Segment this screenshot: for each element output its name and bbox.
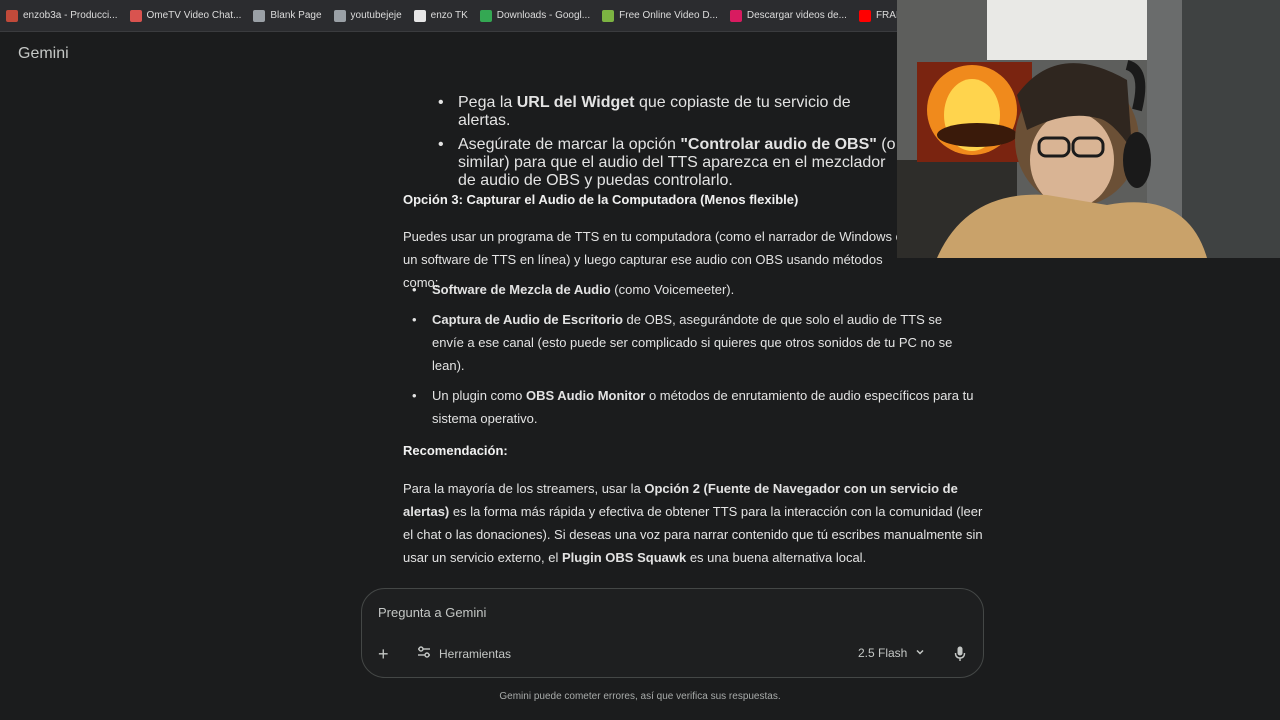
bookmark-favicon-icon (479, 9, 492, 22)
list-item: Software de Mezcla de Audio (como Voicem… (412, 278, 977, 301)
bookmark-label: Descargar videos de... (746, 10, 847, 21)
tools-icon (417, 645, 431, 662)
recommendation-heading: Recomendación: (403, 443, 508, 458)
bookmark-label: youtubejeje (350, 10, 402, 21)
bookmark-label: enzo TK (430, 10, 468, 21)
bookmark-favicon-icon (729, 9, 742, 22)
list-item: Pega la URL del Widget que copiaste de t… (438, 94, 898, 130)
webcam-overlay (897, 0, 1280, 258)
bookmark-item[interactable]: Descargar videos de... (724, 0, 853, 31)
brand-title[interactable]: Gemini (18, 45, 69, 63)
add-icon[interactable]: + (378, 645, 389, 663)
option3-heading: Opción 3: Capturar el Audio de la Comput… (403, 192, 799, 207)
bookmark-favicon-icon (413, 9, 426, 22)
tools-button[interactable]: Herramientas (417, 645, 511, 662)
model-selector[interactable]: 2.5 Flash (858, 646, 925, 660)
bookmark-favicon-icon (129, 9, 142, 22)
list-item: Asegúrate de marcar la opción "Controlar… (438, 136, 898, 190)
tools-label: Herramientas (439, 646, 512, 661)
bookmark-favicon-icon (333, 9, 346, 22)
bookmark-item[interactable]: enzob3a - Producci... (0, 0, 124, 31)
recommendation-paragraph: Para la mayoría de los streamers, usar l… (403, 481, 983, 565)
bookmark-label: Downloads - Googl... (496, 10, 591, 21)
bookmark-label: Free Online Video D... (619, 10, 718, 21)
bookmark-item[interactable]: Free Online Video D... (596, 0, 724, 31)
bookmark-label: OmeTV Video Chat... (146, 10, 242, 21)
bookmark-item[interactable]: enzo TK (408, 0, 474, 31)
chevron-down-icon (915, 646, 925, 660)
prompt-composer[interactable]: Pregunta a Gemini + Herramientas 2.5 Fla… (361, 588, 984, 678)
bookmark-item[interactable]: Downloads - Googl... (474, 0, 596, 31)
list-item: Captura de Audio de Escritorio de OBS, a… (412, 308, 977, 377)
model-label: 2.5 Flash (858, 646, 908, 660)
bookmark-item[interactable]: Blank Page (247, 0, 327, 31)
bookmark-label: enzob3a - Producci... (23, 10, 118, 21)
bookmark-favicon-icon (602, 9, 615, 22)
bookmark-favicon-icon (6, 9, 18, 22)
microphone-icon[interactable] (954, 646, 966, 667)
list-capture-methods: Software de Mezcla de Audio (como Voicem… (412, 278, 977, 437)
bookmark-label: Blank Page (270, 10, 322, 21)
list-obs-steps: Pega la URL del Widget que copiaste de t… (438, 94, 898, 196)
bookmark-item[interactable]: OmeTV Video Chat... (124, 0, 248, 31)
disclaimer-text: Gemini puede cometer errores, así que ve… (499, 691, 781, 702)
list-item: Un plugin como OBS Audio Monitor o métod… (412, 384, 977, 430)
bookmark-favicon-icon (253, 9, 266, 22)
bookmark-favicon-icon (858, 9, 871, 22)
prompt-input[interactable]: Pregunta a Gemini (378, 605, 486, 620)
bookmark-item[interactable]: youtubejeje (328, 0, 408, 31)
